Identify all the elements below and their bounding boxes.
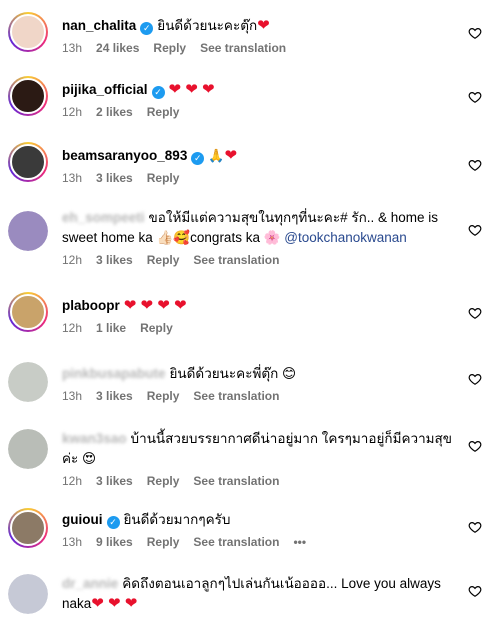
reply-button[interactable]: Reply — [147, 474, 180, 488]
heart-outline-icon[interactable] — [468, 584, 482, 598]
heart-emoji: ❤ — [257, 17, 270, 34]
timestamp: 13h — [62, 389, 83, 403]
comment-meta: 13h 3 likes Reply See translation — [62, 388, 456, 404]
comment-meta: 12h 1 like Reply — [62, 320, 456, 336]
likes-count[interactable]: 2 likes — [96, 105, 133, 119]
timestamp: 12h — [62, 321, 83, 335]
verified-badge-icon: ✓ — [151, 86, 165, 99]
reply-button[interactable]: Reply — [153, 41, 186, 55]
comment-text: nan_chalita ✓ ยินดีด้วยนะคะตุ๊ก❤ — [62, 16, 456, 36]
timestamp: 13h — [62, 535, 83, 549]
comment-message: ยินดีด้วยมากๆครับ — [123, 512, 231, 527]
likes-count[interactable]: 3 likes — [96, 474, 133, 488]
avatar[interactable] — [8, 362, 48, 402]
heart-emoji: ❤ ❤ ❤ ❤ — [123, 297, 187, 314]
verified-badge-icon: ✓ — [140, 22, 154, 35]
comment-text: eh_sompeeti ขอให้มีแต่ความสุขในทุกๆที่นะค… — [62, 208, 456, 248]
comment-text: kwan3sao บ้านนี้สวยบรรยากาศดีน่าอยู่มาก ใ… — [62, 429, 456, 469]
username[interactable]: plaboopr — [62, 298, 120, 313]
comment-text: plaboopr ❤ ❤ ❤ ❤ — [62, 296, 456, 316]
username[interactable]: beamsaranyoo_893 — [62, 148, 187, 163]
username[interactable]: pinkbusapabute — [62, 366, 166, 381]
likes-count[interactable]: 3 likes — [96, 171, 133, 185]
heart-emoji: ❤ — [224, 147, 238, 164]
avatar[interactable] — [8, 142, 48, 182]
heart-emoji: ❤ ❤ ❤ — [91, 595, 138, 612]
reply-button[interactable]: Reply — [147, 253, 180, 267]
heart-outline-icon[interactable] — [468, 372, 482, 386]
timestamp: 12h — [62, 474, 83, 488]
comment-message: ยินดีด้วยนะคะตุ๊ก — [157, 18, 258, 33]
username[interactable]: pijika_official — [62, 82, 148, 97]
comment-message: ยินดีด้วยนะคะพี่ตุ๊ก 😊 — [169, 366, 297, 381]
comment-text: pijika_official ✓ ❤ ❤ ❤ — [62, 80, 456, 100]
avatar[interactable] — [8, 508, 48, 548]
heart-outline-icon[interactable] — [468, 306, 482, 320]
reply-button[interactable]: Reply — [147, 389, 180, 403]
avatar[interactable] — [8, 429, 48, 469]
likes-count[interactable]: 24 likes — [96, 41, 139, 55]
comment-meta: 13h 9 likes Reply See translation ••• — [62, 534, 456, 550]
comment-meta: 12h 2 likes Reply — [62, 104, 456, 120]
avatar[interactable] — [8, 76, 48, 116]
heart-outline-icon[interactable] — [468, 520, 482, 534]
comment-text: beamsaranyoo_893 ✓ 🙏❤ — [62, 146, 456, 166]
username[interactable]: eh_sompeeti — [62, 210, 145, 225]
see-translation-button[interactable]: See translation — [193, 474, 279, 488]
heart-outline-icon[interactable] — [468, 158, 482, 172]
username[interactable]: guioui — [62, 512, 103, 527]
see-translation-button[interactable]: See translation — [200, 41, 286, 55]
mention-link[interactable]: @tookchanokwanan — [284, 230, 407, 245]
see-translation-button[interactable]: See translation — [193, 535, 279, 549]
more-options-icon[interactable]: ••• — [293, 535, 306, 549]
see-translation-button[interactable]: See translation — [193, 253, 279, 267]
avatar[interactable] — [8, 12, 48, 52]
comment-meta: 13h 3 likes Reply — [62, 170, 456, 186]
avatar[interactable] — [8, 292, 48, 332]
heart-outline-icon[interactable] — [468, 439, 482, 453]
comment-message: 🙏 — [208, 148, 225, 163]
reply-button[interactable]: Reply — [147, 171, 180, 185]
see-translation-button[interactable]: See translation — [193, 389, 279, 403]
comment-text: dr_annie คิดถึงตอนเอาลูกๆไปเล่นกันเน้ออออ… — [62, 574, 456, 614]
comment-text: pinkbusapabute ยินดีด้วยนะคะพี่ตุ๊ก 😊 — [62, 364, 456, 384]
likes-count[interactable]: 9 likes — [96, 535, 133, 549]
username[interactable]: dr_annie — [62, 576, 118, 591]
verified-badge-icon: ✓ — [106, 516, 120, 529]
comment-meta: 12h 3 likes Reply See translation — [62, 473, 456, 489]
avatar[interactable] — [8, 211, 48, 251]
heart-outline-icon[interactable] — [468, 90, 482, 104]
comment-meta: 12h 3 likes Reply See translation — [62, 252, 456, 268]
username[interactable]: kwan3sao — [62, 431, 127, 446]
reply-button[interactable]: Reply — [140, 321, 173, 335]
username[interactable]: nan_chalita — [62, 18, 136, 33]
avatar[interactable] — [8, 574, 48, 614]
likes-count[interactable]: 1 like — [96, 321, 126, 335]
verified-badge-icon: ✓ — [191, 152, 205, 165]
comment-meta: 13h 24 likes Reply See translation — [62, 40, 456, 56]
heart-outline-icon[interactable] — [468, 26, 482, 40]
reply-button[interactable]: Reply — [147, 535, 180, 549]
timestamp: 13h — [62, 171, 83, 185]
heart-outline-icon[interactable] — [468, 223, 482, 237]
comment-text: guioui ✓ ยินดีด้วยมากๆครับ — [62, 510, 456, 530]
likes-count[interactable]: 3 likes — [96, 389, 133, 403]
timestamp: 12h — [62, 253, 83, 267]
timestamp: 13h — [62, 41, 83, 55]
likes-count[interactable]: 3 likes — [96, 253, 133, 267]
timestamp: 12h — [62, 105, 83, 119]
reply-button[interactable]: Reply — [147, 105, 180, 119]
heart-emoji: ❤ ❤ ❤ — [168, 81, 215, 98]
